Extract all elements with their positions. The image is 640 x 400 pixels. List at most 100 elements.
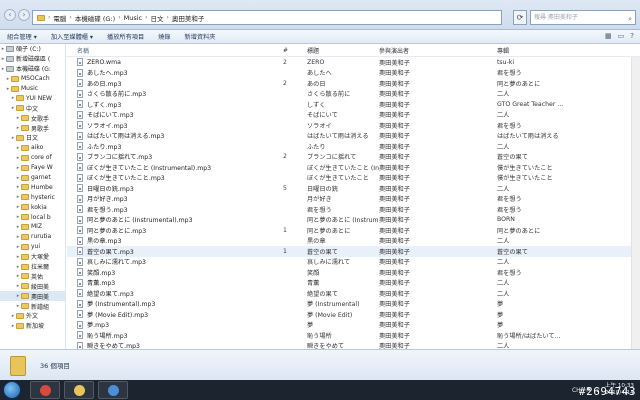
file-row[interactable]: ふたり.mp3 ふたり 奧田美和子 二人 [67, 141, 640, 152]
sidebar-item[interactable]: ▸ 綾田美 [0, 281, 65, 291]
breadcrumb-segment[interactable]: Music [124, 14, 143, 22]
breadcrumb-separator-icon[interactable]: › [167, 14, 169, 21]
toolbar-button[interactable]: 燒錄 [151, 32, 177, 41]
sidebar-item[interactable]: ▸ MIZ [0, 222, 65, 232]
sidebar-item[interactable]: ▸ 新譜組 [0, 301, 65, 311]
breadcrumb-separator-icon[interactable]: › [69, 14, 71, 21]
sidebar-item[interactable]: ▸ 拉米爾 [0, 262, 65, 272]
sidebar-item[interactable]: ▸ Faye W [0, 163, 65, 173]
sidebar-item[interactable]: ▸ yui [0, 242, 65, 252]
toolbar-button[interactable]: 加入至媒體櫃 ▾ [44, 32, 100, 41]
media-player-app[interactable] [98, 381, 128, 399]
start-button[interactable] [3, 381, 21, 399]
file-name-cell: 瞬きをやめて.mp3 [67, 341, 279, 349]
sidebar-item[interactable]: ▸ 中文 [0, 103, 65, 113]
search-input[interactable]: 搜尋 奧田美和子 ⌕ [530, 10, 636, 25]
sidebar-item[interactable]: ▸ 碩子 (C:) [0, 44, 65, 54]
file-row[interactable]: あの日.mp3 2 あの日 奧田美和子 同と夢のあとに [67, 78, 640, 89]
file-row[interactable]: ソラオイ.mp3 ソラオイ 奧田美和子 君を想う [67, 120, 640, 131]
sidebar-item[interactable]: ▸ YUI NEW [0, 93, 65, 103]
file-row[interactable]: 恥う場所.mp3 恥う場所 奧田美和子 恥う場所/はばたいて... [67, 330, 640, 341]
file-row[interactable]: あしたへ.mp3 あしたへ 奧田美和子 君を想う [67, 68, 640, 79]
file-row[interactable]: 絶望の果て.mp3 絶望の果て 奧田美和子 二人 [67, 288, 640, 299]
toolbar-button[interactable]: 新增資料夾 [178, 32, 223, 41]
breadcrumb-separator-icon[interactable]: › [118, 14, 120, 21]
vertical-scrollbar[interactable] [631, 57, 640, 349]
folder-icon [16, 312, 24, 319]
file-row[interactable]: 同と夢のあとに (Instrumental).mp3 同と夢のあとに (Instr… [67, 215, 640, 226]
back-button[interactable]: ‹ [4, 9, 16, 21]
column-header-number[interactable]: # [279, 47, 307, 54]
file-row[interactable]: 青薫.mp3 青薫 奧田美和子 二人 [67, 278, 640, 289]
sidebar-item[interactable]: ▸ core of [0, 153, 65, 163]
sidebar-item[interactable]: ▸ aiko [0, 143, 65, 153]
file-row[interactable]: 君を想う.mp3 君を想う 奧田美和子 君を想う [67, 204, 640, 215]
sidebar-item[interactable]: ▸ 日文 [0, 133, 65, 143]
sidebar-item[interactable]: ▸ 英佑 [0, 271, 65, 281]
file-row[interactable]: はばたいて雨は消える.mp3 はばたいて雨は消える 奧田美和子 はばたいて雨は消える [67, 131, 640, 142]
file-row[interactable]: さくら散る前に.mp3 さくら散る前に 奧田美和子 二人 [67, 89, 640, 100]
sidebar-item[interactable]: ▸ 奧田美 [0, 291, 65, 302]
file-row[interactable]: ぼくが生きていたこと.mp3 ぼくが生きていたこと 奧田美和子 僕が生きていたこと [67, 173, 640, 184]
sidebar-item[interactable]: ▸ 新增磁碟區 ( [0, 54, 65, 64]
breadcrumb-separator-icon[interactable]: › [48, 14, 50, 21]
track-artist: 奧田美和子 [379, 311, 410, 319]
sidebar-item[interactable]: ▸ 大塚愛 [0, 252, 65, 262]
toolbar-button[interactable]: 組合管理 ▾ [0, 32, 44, 41]
track-album: 二人 [497, 112, 510, 120]
track-artist: 奧田美和子 [379, 112, 410, 120]
forward-button[interactable]: › [18, 9, 30, 21]
address-field[interactable]: › 電腦 › 本機磁碟 (G:) › Music › 日文 › 奧田美和子 [32, 10, 502, 25]
file-row[interactable]: 蒼空の果て.mp3 1 蒼空の果て 奧田美和子 蒼空の果て [67, 246, 640, 257]
file-row[interactable]: 夢 (Instrumental).mp3 夢 (Instrumental) 奧田美和… [67, 299, 640, 310]
file-name: 月が好き.mp3 [87, 196, 128, 204]
chrome-app[interactable] [30, 381, 60, 399]
sidebar-item[interactable]: ▸ Humbe [0, 182, 65, 192]
sidebar-item[interactable]: ▸ local b [0, 212, 65, 222]
sidebar-item[interactable]: ▸ 新加坡 [0, 321, 65, 331]
sidebar-item-label: 男歌手 [31, 125, 50, 133]
file-row[interactable]: 哀しみに濡れて.mp3 哀しみに濡れて 奧田美和子 二人 [67, 257, 640, 268]
track-album: 夢 [497, 301, 504, 309]
sidebar-item[interactable]: ▸ MSOCach [0, 74, 65, 84]
track-album: 僕が生きていたこと [497, 164, 553, 172]
file-row[interactable]: 瞬きをやめて.mp3 瞬きをやめて 奧田美和子 二人 [67, 341, 640, 349]
sidebar-item[interactable]: ▸ rurutia [0, 232, 65, 242]
breadcrumb-separator-icon[interactable]: › [145, 14, 147, 21]
file-row[interactable]: 日曜日の銃.mp3 5 日曜日の銃 奧田美和子 二人 [67, 183, 640, 194]
help-icon[interactable]: ? [630, 32, 634, 40]
sidebar-item[interactable]: ▸ 本機磁碟 (G: [0, 64, 65, 74]
breadcrumb-segment[interactable]: 日文 [151, 13, 164, 23]
sidebar-item[interactable]: ▸ 外文 [0, 311, 65, 321]
file-row[interactable]: 夢 (Movie Edit).mp3 夢 (Movie Edit) 奧田美和子 夢 [67, 309, 640, 320]
toolbar-button[interactable]: 播放所有項目 [100, 32, 151, 41]
column-header-artist[interactable]: 參與演出者 [379, 46, 497, 55]
column-header-album[interactable]: 專輯 [497, 46, 617, 55]
file-row[interactable]: ZERO.wma 2 ZERO 奧田美和子 tsu-ki [67, 57, 640, 68]
file-row[interactable]: 月が好き.mp3 月が好き 奧田美和子 君を想う [67, 194, 640, 205]
sidebar-item[interactable]: ▸ 女歌手 [0, 113, 65, 123]
column-header-title[interactable]: 標題 [307, 46, 379, 55]
file-row[interactable]: 夢.mp3 夢 奧田美和子 夢 [67, 320, 640, 331]
file-row[interactable]: 黒の章.mp3 黒の章 奧田美和子 二人 [67, 236, 640, 247]
sidebar-item[interactable]: ▸ garnet [0, 173, 65, 183]
file-row[interactable]: ぼくが生きていたこと (Instrumental).mp3 ぼくが生きていたこと … [67, 162, 640, 173]
breadcrumb-segment[interactable]: 奧田美和子 [172, 13, 205, 23]
sidebar-item[interactable]: ▸ 男歌手 [0, 123, 65, 133]
track-title: 青薫 [307, 280, 320, 288]
breadcrumb-segment[interactable]: 本機磁碟 (G:) [75, 13, 115, 23]
sidebar-item[interactable]: ▸ hysteric [0, 192, 65, 202]
explorer-app[interactable] [64, 381, 94, 399]
column-header-name[interactable]: 名稱 [67, 46, 279, 55]
file-row[interactable]: しずく.mp3 しずく 奧田美和子 GTO Great Teacher ... [67, 99, 640, 110]
sidebar-item[interactable]: ▸ Music [0, 84, 65, 94]
file-row[interactable]: そばにいて.mp3 そばにいて 奧田美和子 二人 [67, 110, 640, 121]
preview-pane-icon[interactable]: ▭ [618, 32, 625, 40]
file-row[interactable]: 笑顔.mp3 笑顔 奧田美和子 君を想う [67, 267, 640, 278]
breadcrumb-segment[interactable]: 電腦 [53, 13, 66, 23]
refresh-button[interactable]: ⟳ [513, 10, 527, 25]
file-row[interactable]: ブランコに揺れて.mp3 2 ブランコに揺れて 奧田美和子 蒼空の果て [67, 152, 640, 163]
sidebar-item[interactable]: ▸ kokia [0, 202, 65, 212]
file-row[interactable]: 同と夢のあとに.mp3 1 同と夢のあとに 奧田美和子 同と夢のあとに [67, 225, 640, 236]
view-options-icon[interactable]: ▦ [605, 32, 612, 40]
